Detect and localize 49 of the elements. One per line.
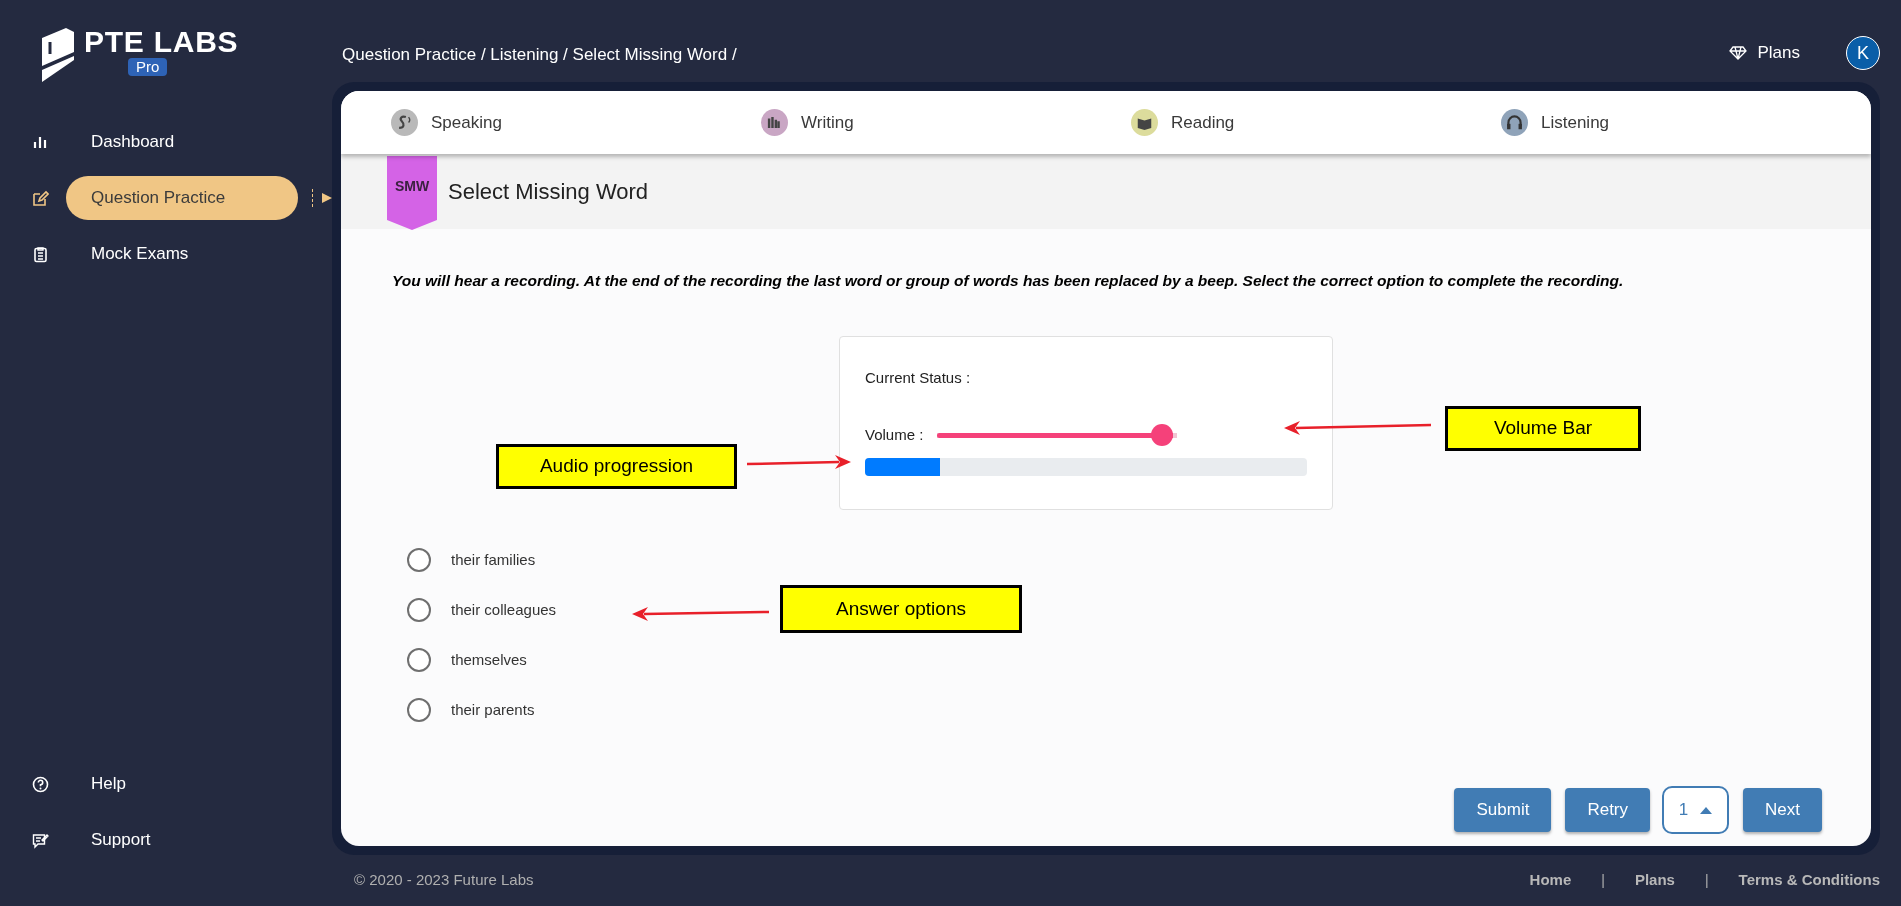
radio-button[interactable] bbox=[407, 598, 431, 623]
task-title: Select Missing Word bbox=[448, 178, 649, 206]
help-icon bbox=[32, 775, 49, 793]
action-button[interactable]: Submit bbox=[1454, 788, 1552, 832]
option-label: their colleagues bbox=[451, 600, 557, 620]
action-button[interactable]: Retry bbox=[1565, 788, 1651, 832]
radio-button[interactable] bbox=[407, 698, 431, 723]
footer-link[interactable]: Plans bbox=[1634, 869, 1675, 892]
action-button[interactable]: Next bbox=[1743, 788, 1822, 832]
footer-link[interactable]: Terms & Conditions bbox=[1738, 869, 1880, 892]
user-avatar[interactable]: K bbox=[1846, 36, 1880, 70]
footer-link[interactable]: Home bbox=[1529, 869, 1572, 892]
option-label: their families bbox=[451, 550, 536, 570]
annotation-label: Answer options bbox=[780, 585, 1022, 633]
annotation-label: Audio progression bbox=[496, 444, 737, 489]
option-label: their parents bbox=[451, 700, 535, 720]
message-icon bbox=[32, 831, 49, 849]
annotation-label: Volume Bar bbox=[1445, 406, 1641, 451]
nav-item[interactable]: Question Practice bbox=[66, 176, 298, 220]
badge-text: SMW bbox=[393, 176, 431, 196]
edit-icon bbox=[32, 189, 49, 207]
active-indicator-icon bbox=[312, 189, 333, 207]
instruction-text: You will hear a recording. At the end of the recording the last word or group of words has been replaced by a beep. Select the correct option to complete the recording. bbox=[392, 271, 1625, 291]
volume-thumb[interactable] bbox=[1151, 424, 1173, 446]
tab[interactable]: Listening bbox=[1501, 109, 1871, 136]
separator-text: | bbox=[1704, 871, 1709, 890]
option-label: themselves bbox=[451, 650, 527, 670]
separator-text: | bbox=[1601, 871, 1605, 890]
radio-button[interactable] bbox=[407, 648, 431, 673]
breadcrumb: Question Practice / Listening / Select Missing Word / bbox=[342, 44, 737, 66]
plan-badge: Pro bbox=[128, 58, 168, 76]
tab[interactable]: Reading bbox=[1131, 109, 1501, 136]
status-label: Current Status : bbox=[865, 368, 972, 389]
volume-label: Volume : bbox=[865, 424, 924, 445]
page-select[interactable]: 1 bbox=[1662, 786, 1730, 834]
nav-item[interactable]: Mock Exams bbox=[66, 232, 298, 276]
radio-button[interactable] bbox=[407, 548, 431, 573]
nav-item[interactable]: Help bbox=[66, 762, 298, 806]
caret-icon bbox=[1700, 806, 1713, 814]
copyright-text: © 2020 - 2023 Future Labs bbox=[354, 870, 534, 891]
tab[interactable]: Speaking bbox=[391, 109, 761, 136]
diamond-icon bbox=[1729, 46, 1748, 60]
clipboard-icon bbox=[32, 245, 49, 263]
logo-icon bbox=[40, 26, 76, 82]
nav-item[interactable]: Support bbox=[66, 818, 298, 862]
plans-link[interactable]: Plans bbox=[1757, 40, 1800, 66]
tab[interactable]: Writing bbox=[761, 109, 1131, 136]
nav-item[interactable]: Dashboard bbox=[66, 120, 298, 164]
logo-text: PTE LABS bbox=[84, 26, 239, 58]
